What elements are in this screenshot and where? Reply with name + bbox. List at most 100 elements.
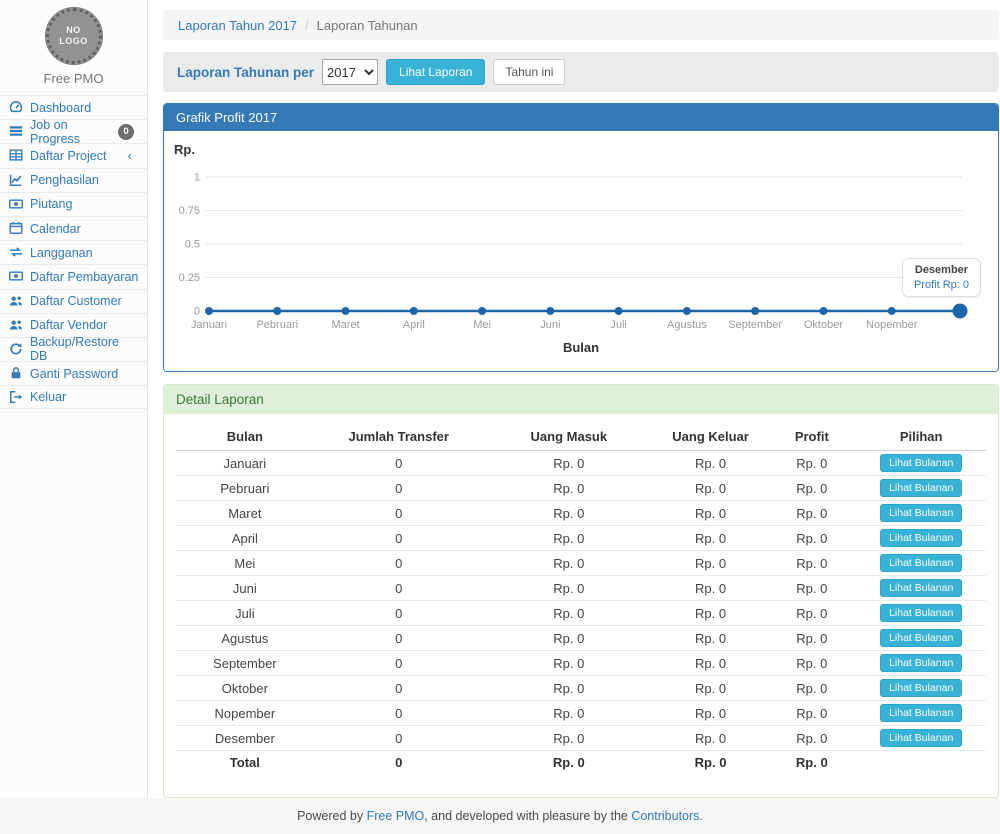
table-row: Agustus0Rp. 0Rp. 0Rp. 0Lihat Bulanan xyxy=(176,626,986,651)
lihat-bulanan-button[interactable]: Lihat Bulanan xyxy=(880,679,962,697)
cell-bulan: Agustus xyxy=(176,626,314,651)
lihat-bulanan-button[interactable]: Lihat Bulanan xyxy=(880,704,962,722)
job-count-badge: 0 xyxy=(118,124,134,140)
sidebar-item-daftar-project[interactable]: Daftar Project‹ xyxy=(0,143,147,167)
data-point-april[interactable] xyxy=(410,307,418,315)
sidebar-item-daftar-vendor[interactable]: Daftar Vendor xyxy=(0,313,147,337)
sidebar-item-keluar[interactable]: Keluar xyxy=(0,385,147,409)
cell-uang_keluar: Rp. 0 xyxy=(654,701,767,726)
cell-uang_masuk: Rp. 0 xyxy=(484,676,654,701)
data-point-juli[interactable] xyxy=(615,307,623,315)
refresh-icon xyxy=(9,342,24,357)
lihat-bulanan-button[interactable]: Lihat Bulanan xyxy=(880,504,962,522)
total-masuk: Rp. 0 xyxy=(484,751,654,775)
cell-bulan: Mei xyxy=(176,551,314,576)
y-tick-label: 1 xyxy=(194,172,200,184)
table-row: Oktober0Rp. 0Rp. 0Rp. 0Lihat Bulanan xyxy=(176,676,986,701)
sidebar-item-penghasilan[interactable]: Penghasilan xyxy=(0,168,147,192)
table-row: April0Rp. 0Rp. 0Rp. 0Lihat Bulanan xyxy=(176,526,986,551)
footer-link-free-pmo[interactable]: Free PMO xyxy=(367,809,425,823)
total-empty-cell xyxy=(856,751,986,775)
cell-profit: Rp. 0 xyxy=(767,451,856,476)
sidebar-item-daftar-pembayaran[interactable]: Daftar Pembayaran xyxy=(0,264,147,288)
lihat-bulanan-button[interactable]: Lihat Bulanan xyxy=(880,529,962,547)
cell-jumlah_transfer: 0 xyxy=(314,601,484,626)
cell-uang_keluar: Rp. 0 xyxy=(654,626,767,651)
lihat-bulanan-button[interactable]: Lihat Bulanan xyxy=(880,554,962,572)
chart-tooltip-title: Desember xyxy=(914,264,969,276)
sidebar-item-calendar[interactable]: Calendar xyxy=(0,216,147,240)
sidebar-item-langganan[interactable]: Langganan xyxy=(0,240,147,264)
column-header-bulan: Bulan xyxy=(176,423,314,451)
cell-uang_masuk: Rp. 0 xyxy=(484,476,654,501)
monthly-report-table: BulanJumlah TransferUang MasukUang Kelua… xyxy=(176,423,986,775)
data-point-agustus[interactable] xyxy=(683,307,691,315)
cell-uang_masuk: Rp. 0 xyxy=(484,501,654,526)
x-tick-label: April xyxy=(403,319,425,331)
data-point-oktober[interactable] xyxy=(819,307,827,315)
data-point-pebruari[interactable] xyxy=(273,307,281,315)
lihat-bulanan-button[interactable]: Lihat Bulanan xyxy=(880,729,962,747)
sidebar-item-label: Penghasilan xyxy=(30,173,99,187)
footer-link-contributors[interactable]: Contributors. xyxy=(631,809,703,823)
footer-text-middle: , and developed with pleasure by the xyxy=(424,809,631,823)
cell-bulan: April xyxy=(176,526,314,551)
data-point-juni[interactable] xyxy=(546,307,554,315)
sidebar-item-job-on-progress[interactable]: Job on Progress0 xyxy=(0,119,147,143)
cell-pilihan: Lihat Bulanan xyxy=(856,651,986,676)
total-label: Total xyxy=(176,751,314,775)
cell-uang_masuk: Rp. 0 xyxy=(484,651,654,676)
table-row: Maret0Rp. 0Rp. 0Rp. 0Lihat Bulanan xyxy=(176,501,986,526)
lock-icon xyxy=(9,366,24,381)
lihat-bulanan-button[interactable]: Lihat Bulanan xyxy=(880,654,962,672)
data-point-desember[interactable] xyxy=(953,304,968,319)
cell-pilihan: Lihat Bulanan xyxy=(856,601,986,626)
cell-bulan: Juni xyxy=(176,576,314,601)
table-row: Juli0Rp. 0Rp. 0Rp. 0Lihat Bulanan xyxy=(176,601,986,626)
brand-name: Free PMO xyxy=(0,71,147,86)
brand-logo-box: NO LOGO Free PMO xyxy=(0,0,147,95)
data-point-nopember[interactable] xyxy=(888,307,896,315)
data-point-januari[interactable] xyxy=(205,307,213,315)
sidebar-item-label: Dashboard xyxy=(30,101,91,115)
data-point-mei[interactable] xyxy=(478,307,486,315)
lihat-bulanan-button[interactable]: Lihat Bulanan xyxy=(880,454,962,472)
cell-profit: Rp. 0 xyxy=(767,651,856,676)
cell-uang_masuk: Rp. 0 xyxy=(484,451,654,476)
sidebar-item-dashboard[interactable]: Dashboard xyxy=(0,95,147,119)
money-icon xyxy=(9,197,24,212)
cell-uang_keluar: Rp. 0 xyxy=(654,601,767,626)
money-icon xyxy=(9,269,24,284)
tahun-ini-button[interactable]: Tahun ini xyxy=(493,59,565,85)
chart-line-icon xyxy=(9,173,24,188)
profit-line-chart: Rp. 00.250.50.751JanuariPebruariMaretApr… xyxy=(164,131,998,371)
data-point-maret[interactable] xyxy=(342,307,350,315)
sidebar-item-backup-restore-db[interactable]: Backup/Restore DB xyxy=(0,337,147,361)
sidebar-item-label: Keluar xyxy=(30,390,66,404)
cell-pilihan: Lihat Bulanan xyxy=(856,501,986,526)
cell-jumlah_transfer: 0 xyxy=(314,576,484,601)
data-point-september[interactable] xyxy=(751,307,759,315)
year-select[interactable]: 2017 xyxy=(322,59,378,85)
chart-panel-title: Grafik Profit 2017 xyxy=(164,104,998,131)
page-footer: Powered by Free PMO, and developed with … xyxy=(0,798,1000,834)
cell-uang_masuk: Rp. 0 xyxy=(484,726,654,751)
column-header-profit: Profit xyxy=(767,423,856,451)
cell-uang_masuk: Rp. 0 xyxy=(484,551,654,576)
sidebar-item-daftar-customer[interactable]: Daftar Customer xyxy=(0,289,147,313)
lihat-bulanan-button[interactable]: Lihat Bulanan xyxy=(880,604,962,622)
sidebar-item-piutang[interactable]: Piutang xyxy=(0,192,147,216)
lihat-bulanan-button[interactable]: Lihat Bulanan xyxy=(880,629,962,647)
detail-report-panel: Detail Laporan BulanJumlah TransferUang … xyxy=(163,384,999,798)
lihat-laporan-button[interactable]: Lihat Laporan xyxy=(386,59,485,85)
breadcrumb-link-laporan-tahun[interactable]: Laporan Tahun 2017 xyxy=(178,18,297,33)
table-icon xyxy=(9,148,24,163)
cell-uang_masuk: Rp. 0 xyxy=(484,626,654,651)
sidebar-item-ganti-password[interactable]: Ganti Password xyxy=(0,361,147,385)
lihat-bulanan-button[interactable]: Lihat Bulanan xyxy=(880,579,962,597)
column-header-pilihan: Pilihan xyxy=(856,423,986,451)
cell-bulan: Desember xyxy=(176,726,314,751)
lihat-bulanan-button[interactable]: Lihat Bulanan xyxy=(880,479,962,497)
cell-pilihan: Lihat Bulanan xyxy=(856,576,986,601)
cell-pilihan: Lihat Bulanan xyxy=(856,726,986,751)
